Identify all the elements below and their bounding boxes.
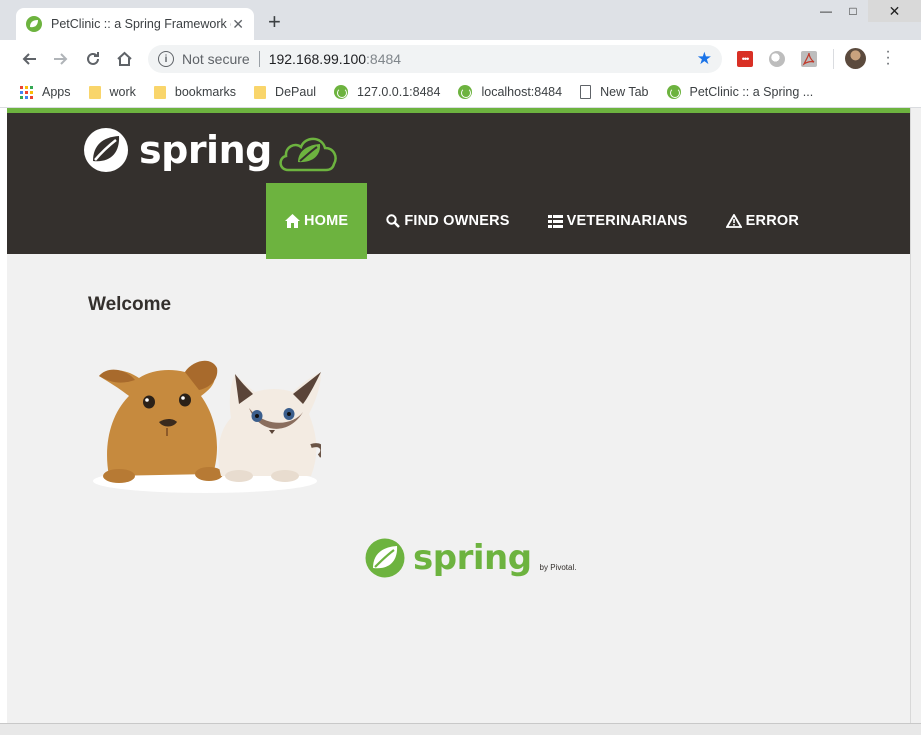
url-port: :8484 bbox=[366, 51, 402, 67]
folder-icon bbox=[88, 85, 101, 99]
browser-tab[interactable]: PetClinic :: a Spring Framework d ✕ bbox=[16, 8, 254, 40]
bookmark-item[interactable]: New Tab bbox=[580, 85, 649, 99]
bookmarks-bar: Apps work bookmarks DePaul 127.0.0.1:8484 loc… bbox=[0, 77, 921, 108]
nav-error[interactable]: ERROR bbox=[707, 183, 818, 259]
reload-icon bbox=[87, 52, 99, 65]
bookmark-item[interactable]: bookmarks bbox=[153, 85, 237, 99]
spring-logo[interactable]: spring bbox=[83, 126, 340, 174]
address-divider bbox=[258, 51, 260, 67]
close-window-button[interactable]: ✕ bbox=[868, 0, 921, 22]
footer-by-pivotal: by Pivotal. bbox=[539, 563, 577, 572]
reload-button[interactable] bbox=[82, 48, 104, 70]
spring-leaf-icon bbox=[84, 128, 128, 172]
page-icon bbox=[580, 85, 592, 99]
nav-veterinarians-label: VETERINARIANS bbox=[566, 213, 688, 229]
folder-icon bbox=[254, 85, 267, 99]
info-icon[interactable]: i bbox=[158, 51, 174, 67]
password-extension-icon[interactable]: ••• bbox=[737, 51, 753, 67]
background-window-edge bbox=[0, 723, 921, 735]
arrow-left-icon bbox=[22, 53, 36, 65]
bookmark-label: bookmarks bbox=[174, 85, 237, 99]
bookmark-label: New Tab bbox=[600, 85, 649, 99]
maximize-button[interactable]: □ bbox=[833, 0, 873, 22]
close-tab-icon[interactable]: ✕ bbox=[232, 16, 244, 32]
bookmark-item[interactable]: 127.0.0.1:8484 bbox=[334, 85, 440, 99]
spring-leaf-icon bbox=[334, 85, 349, 99]
url-host: 192.168.99.100 bbox=[268, 51, 367, 67]
nav-home[interactable]: HOME bbox=[266, 183, 368, 259]
arrow-right-icon bbox=[54, 53, 68, 65]
apps-grid-icon bbox=[20, 85, 33, 99]
tab-strip: PetClinic :: a Spring Framework d ✕ + — … bbox=[0, 0, 921, 40]
browser-toolbar: i Not secure 192.168.99.100:8484 ★ ••• ·… bbox=[0, 40, 921, 77]
pets-image bbox=[93, 360, 321, 493]
menu-kebab-icon[interactable]: · · · bbox=[882, 44, 894, 72]
brand-wordmark: spring bbox=[139, 128, 272, 172]
profile-avatar[interactable] bbox=[845, 48, 866, 69]
acrobat-icon bbox=[802, 52, 815, 66]
nav-find-owners[interactable]: FIND OWNERS bbox=[367, 183, 528, 259]
bookmark-label: 127.0.0.1:8484 bbox=[357, 85, 441, 99]
main-nav: HOME FIND OWNERS VETERINARIANS ERROR bbox=[266, 183, 818, 259]
bookmark-item[interactable]: work bbox=[88, 85, 136, 99]
nav-find-owners-label: FIND OWNERS bbox=[404, 213, 510, 229]
folder-icon bbox=[153, 85, 166, 99]
bookmark-item[interactable]: localhost:8484 bbox=[458, 85, 562, 99]
page-title: Welcome bbox=[88, 294, 172, 315]
bookmark-item[interactable]: DePaul bbox=[254, 85, 316, 99]
bookmark-label: work bbox=[109, 85, 136, 99]
home-button[interactable] bbox=[113, 48, 135, 70]
site-navbar: spring HOME FIND OWNERS VETERINARIANS ER… bbox=[7, 113, 910, 259]
warning-icon bbox=[725, 214, 742, 228]
search-icon bbox=[386, 214, 401, 228]
bookmark-label: Apps bbox=[42, 85, 71, 99]
nav-veterinarians[interactable]: VETERINARIANS bbox=[529, 183, 707, 259]
spring-leaf-icon bbox=[666, 85, 681, 99]
address-bar[interactable]: i Not secure 192.168.99.100:8484 ★ bbox=[148, 45, 722, 73]
nav-error-label: ERROR bbox=[745, 213, 800, 229]
back-button[interactable] bbox=[18, 48, 40, 70]
tab-title: PetClinic :: a Spring Framework d bbox=[51, 17, 231, 31]
window-edge-strip bbox=[910, 108, 921, 723]
bookmark-label: DePaul bbox=[275, 85, 317, 99]
bookmark-label: PetClinic :: a Spring ... bbox=[689, 85, 814, 99]
bookmark-item[interactable]: Apps bbox=[20, 85, 71, 99]
forward-button[interactable] bbox=[50, 48, 72, 70]
home-icon bbox=[285, 214, 300, 228]
bookmark-label: localhost:8484 bbox=[481, 85, 563, 99]
bookmark-star-icon[interactable]: ★ bbox=[697, 50, 712, 68]
pdf-extension-icon[interactable] bbox=[801, 51, 817, 67]
security-status: Not secure bbox=[182, 51, 250, 67]
spring-leaf-icon bbox=[458, 85, 473, 99]
spring-favicon-icon bbox=[26, 16, 42, 32]
list-icon bbox=[547, 214, 563, 228]
extension-circle-icon[interactable] bbox=[769, 51, 785, 67]
spring-leaf-icon bbox=[365, 538, 405, 578]
cloud-leaf-icon bbox=[279, 137, 337, 172]
toolbar-divider bbox=[833, 49, 834, 69]
home-outline-icon bbox=[116, 51, 132, 66]
browser-window: PetClinic :: a Spring Framework d ✕ + — … bbox=[0, 0, 921, 735]
footer-wordmark: spring bbox=[413, 538, 532, 578]
page-viewport: spring HOME FIND OWNERS VETERINARIANS ER… bbox=[7, 108, 910, 723]
nav-home-label: HOME bbox=[304, 213, 349, 229]
new-tab-button[interactable]: + bbox=[268, 11, 281, 33]
bookmark-item[interactable]: PetClinic :: a Spring ... bbox=[666, 85, 814, 99]
footer-spring-logo[interactable]: spring by Pivotal. bbox=[365, 538, 576, 578]
